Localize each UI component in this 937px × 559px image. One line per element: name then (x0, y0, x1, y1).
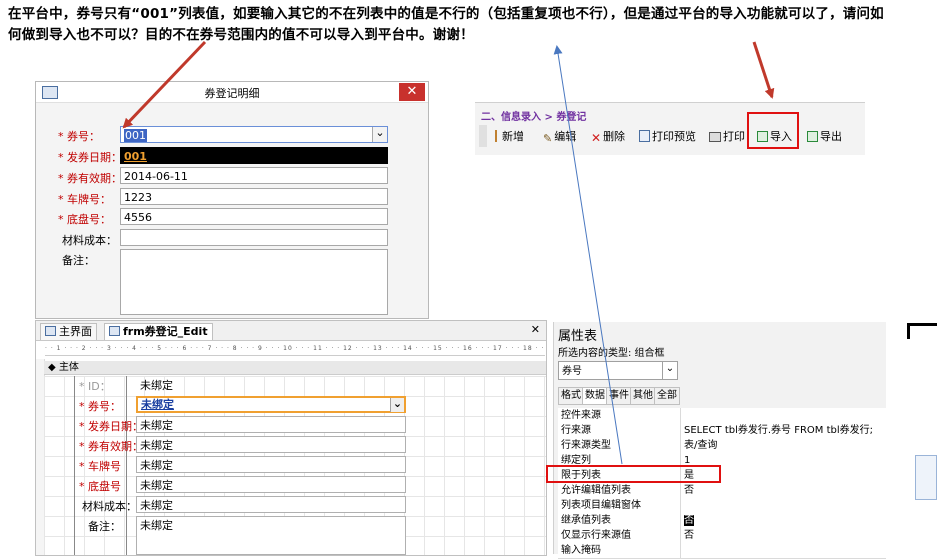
arrow-limit-to-list (553, 45, 623, 465)
arrow-to-combo (122, 40, 207, 129)
arrow-to-import (752, 41, 775, 99)
annotation-arrows (122, 40, 775, 465)
